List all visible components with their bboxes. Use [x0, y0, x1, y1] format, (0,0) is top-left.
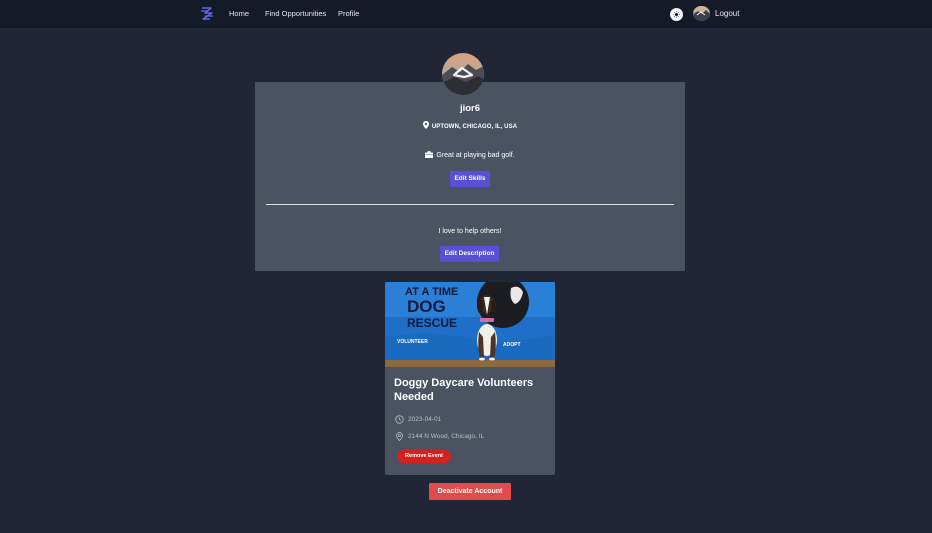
- divider: [266, 204, 674, 205]
- image-banner-right: ADOPT: [503, 342, 521, 348]
- profile-location-text: UPTOWN, CHICAGO, IL, USA: [431, 124, 518, 130]
- profile-location: UPTOWN, CHICAGO, IL, USA: [255, 121, 685, 130]
- image-banner-left: VOLUNTEER: [397, 339, 428, 345]
- remove-event-button[interactable]: Remove Event: [397, 450, 451, 463]
- event-card[interactable]: AT A TIME DOG RESCUE VOLUNTEER ADOPT Dog…: [385, 282, 555, 475]
- nav-profile-link[interactable]: Profile: [338, 9, 359, 18]
- user-avatar[interactable]: [693, 6, 710, 21]
- profile-avatar: [442, 53, 484, 95]
- profile-card: jior6 UPTOWN, CHICAGO, IL, USA Great at …: [255, 82, 685, 271]
- profile-skills-text: Great at playing bad golf.: [436, 152, 515, 159]
- event-image: AT A TIME DOG RESCUE VOLUNTEER ADOPT: [385, 282, 555, 367]
- image-text-line2: DOG: [407, 297, 446, 316]
- brand-logo-icon[interactable]: [199, 5, 215, 23]
- edit-skills-button[interactable]: Edit Skills: [450, 171, 490, 187]
- edit-description-button[interactable]: Edit Description: [440, 246, 499, 262]
- profile-username: jior6: [459, 103, 481, 114]
- theme-toggle-button[interactable]: [670, 8, 683, 21]
- image-text-line3: RESCUE: [407, 316, 457, 330]
- location-pin-icon: [422, 121, 429, 129]
- location-pin-icon: [396, 432, 403, 441]
- profile-skills: Great at playing bad golf.: [255, 151, 685, 159]
- navbar: Home Find Opportunities Profile Logout: [0, 0, 932, 28]
- clock-icon: [395, 415, 404, 424]
- event-address: 2144 N Wood, Chicago, IL: [395, 432, 484, 441]
- event-address-text: 2144 N Wood, Chicago, IL: [408, 433, 485, 440]
- nav-find-opportunities-link[interactable]: Find Opportunities: [265, 9, 326, 18]
- briefcase-icon: [425, 151, 434, 158]
- event-date: 2023-04-01: [395, 415, 441, 424]
- event-date-text: 2023-04-01: [408, 416, 442, 423]
- deactivate-account-button[interactable]: Deactivate Account: [429, 483, 511, 500]
- nav-home-link[interactable]: Home: [229, 9, 249, 18]
- logout-link[interactable]: Logout: [715, 9, 739, 18]
- event-title[interactable]: Doggy Daycare Volunteers Needed: [394, 376, 544, 404]
- sun-icon: [673, 11, 680, 18]
- profile-description: I love to help others!: [438, 228, 502, 235]
